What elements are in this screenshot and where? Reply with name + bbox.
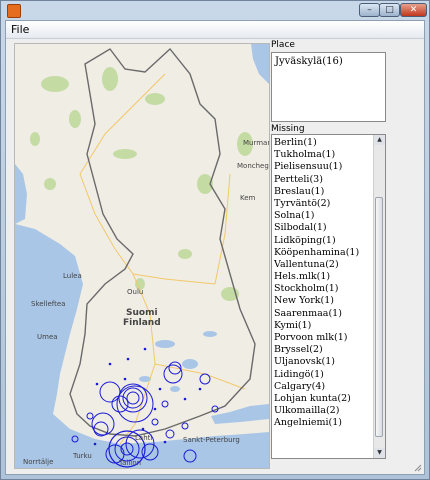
place-label: Place [271, 40, 295, 50]
main-content: File Murma Moncheg Kem Lulea Skelleftea … [5, 20, 425, 475]
place-textarea[interactable]: Jyväskylä(16) [271, 52, 386, 122]
missing-list-item[interactable]: Kymi(1) [274, 320, 359, 332]
map-city-label: Norrtälje [23, 458, 54, 466]
marker[interactable] [165, 429, 175, 439]
missing-list-item[interactable]: Saarenmaa(1) [274, 308, 359, 320]
missing-list-item[interactable]: Solna(1) [274, 210, 359, 222]
marker[interactable] [126, 391, 140, 405]
app-window: – □ ✕ File Murma Moncheg Kem Lulea Skell… [0, 0, 430, 480]
marker[interactable] [86, 412, 94, 420]
java-app-icon [7, 4, 21, 18]
missing-list-item[interactable]: Pertteli(3) [274, 174, 359, 186]
vertical-scrollbar[interactable]: ▲ ▼ [373, 135, 385, 458]
menu-bar: File [6, 21, 424, 39]
missing-list-item[interactable]: Hels.mlk(1) [274, 271, 359, 283]
finland-border [69, 47, 256, 437]
missing-list-item[interactable]: Lidingö(1) [274, 369, 359, 381]
missing-label: Missing [271, 124, 305, 134]
lakes [139, 331, 217, 392]
marker[interactable] [99, 381, 121, 403]
missing-list-item[interactable]: Silbodal(1) [274, 222, 359, 234]
sea-area [15, 224, 269, 468]
marker[interactable] [161, 400, 169, 408]
map-canvas [15, 44, 269, 468]
barents-sea [251, 44, 269, 84]
missing-list-item[interactable]: Breslau(1) [274, 186, 359, 198]
map-city-label: Oulu [127, 288, 144, 296]
map-city-label: Monchegorsk [237, 162, 269, 170]
map-city-label: Tallinn [119, 459, 142, 467]
missing-list-item[interactable]: Porvoon mlk(1) [274, 332, 359, 344]
scroll-up-arrow-icon[interactable]: ▲ [374, 135, 385, 145]
missing-list-item[interactable]: Bryssel(2) [274, 344, 359, 356]
map-city-label: Sankt-Peterburg [183, 436, 240, 444]
missing-list-item[interactable]: Kööpenhamina(1) [274, 247, 359, 259]
scrollbar-thumb[interactable] [375, 197, 383, 437]
marker[interactable] [181, 422, 189, 430]
missing-list-item[interactable]: Lohjan kunta(2) [274, 393, 359, 405]
missing-list-item[interactable]: Angelniemi(1) [274, 417, 359, 429]
maximize-button[interactable]: □ [379, 3, 400, 17]
map-country-label: Suomi Finland [123, 308, 161, 328]
missing-list-item[interactable]: Lidköping(1) [274, 235, 359, 247]
missing-list-box[interactable]: Berlin(1) Tukholma(1) Pielisensuu(1) Pertte… [271, 134, 386, 459]
map-city-label: Lahti [135, 434, 153, 442]
missing-list-item[interactable]: Berlin(1) [274, 137, 359, 149]
map-city-label: Lulea [63, 272, 82, 280]
place-value: Jyväskylä(16) [275, 56, 343, 67]
map-city-label: Skelleftea [31, 300, 66, 308]
map-city-label: Murmansk [243, 139, 269, 147]
marker[interactable] [151, 418, 159, 426]
missing-list-item[interactable]: Tyrväntö(2) [274, 198, 359, 210]
missing-list-item[interactable]: Stockholm(1) [274, 283, 359, 295]
missing-list: Berlin(1) Tukholma(1) Pielisensuu(1) Pertte… [274, 137, 359, 430]
missing-list-item[interactable]: New York(1) [274, 295, 359, 307]
missing-list-item[interactable]: Tukholma(1) [274, 149, 359, 161]
missing-list-item[interactable]: Uljanovsk(1) [274, 356, 359, 368]
missing-list-item[interactable]: Calgary(4) [274, 381, 359, 393]
map-city-label: Turku [73, 452, 92, 460]
scroll-down-arrow-icon[interactable]: ▼ [374, 448, 385, 458]
sea-north [15, 164, 27, 224]
resize-grip-icon[interactable] [414, 464, 422, 472]
title-bar[interactable]: – □ ✕ [1, 1, 429, 19]
missing-list-item[interactable]: Vallentuna(2) [274, 259, 359, 271]
map-city-label: Umea [37, 333, 58, 341]
map-city-label: Kem [240, 194, 256, 202]
map-view[interactable]: Murmansk Monchegorsk Kem Lulea Skellefte… [14, 43, 270, 469]
roads [79, 73, 246, 445]
menu-file[interactable]: File [11, 23, 29, 36]
minimize-button[interactable]: – [359, 3, 380, 17]
missing-list-item[interactable]: Pielisensuu(1) [274, 161, 359, 173]
marker[interactable] [199, 373, 211, 385]
missing-list-item[interactable]: Ulkomailla(2) [274, 405, 359, 417]
close-button[interactable]: ✕ [400, 3, 427, 17]
gulf-area [211, 404, 269, 424]
